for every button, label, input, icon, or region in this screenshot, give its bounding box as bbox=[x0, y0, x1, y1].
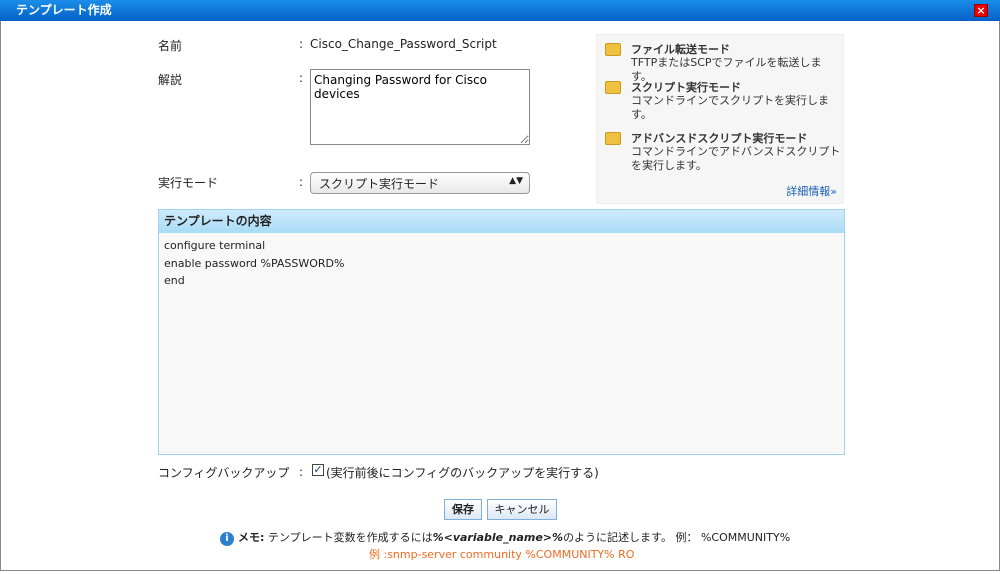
description-label: 解説 bbox=[158, 73, 183, 87]
memo-variable: %<variable_name>% bbox=[432, 531, 564, 544]
template-content-panel: テンプレートの内容 configure terminal enable pass… bbox=[158, 209, 845, 455]
memo-example: 例 :snmp-server community %COMMUNITY% RO bbox=[369, 548, 635, 561]
mode-title: アドバンスドスクリプト実行モード bbox=[631, 132, 808, 145]
mode-desc: コマンドラインでスクリプトを実行します。 bbox=[631, 94, 829, 121]
backup-checkbox-label[interactable]: (実行前後にコンフィグのバックアップを実行する) bbox=[326, 464, 599, 481]
info-icon: i bbox=[220, 532, 234, 546]
name-value: Cisco_Change_Password_Script bbox=[310, 37, 497, 51]
memo-note: i メモ: テンプレート変数を作成するには%<variable_name>%のよう… bbox=[220, 529, 790, 546]
close-button[interactable]: × bbox=[974, 4, 988, 17]
colon: : bbox=[299, 71, 304, 85]
mode-desc: コマンドラインでアドバンスドスクリプトを実行します。 bbox=[631, 145, 841, 172]
mode-select[interactable]: スクリプト実行モード ▲▼ bbox=[310, 172, 530, 194]
memo-text-2: のように記述します。 例： %COMMUNITY% bbox=[563, 531, 791, 544]
colon: : bbox=[299, 175, 304, 189]
memo-text: テンプレート変数を作成するには bbox=[267, 531, 433, 544]
mode-info-panel: ファイル転送モード TFTPまたはSCPでファイルを転送します。 スクリプト実行モ… bbox=[596, 34, 844, 204]
select-arrows-icon: ▲▼ bbox=[509, 176, 523, 186]
mode-label: 実行モード bbox=[158, 176, 219, 190]
colon: : bbox=[299, 465, 304, 479]
save-button[interactable]: 保存 bbox=[444, 499, 482, 520]
name-label: 名前 bbox=[158, 39, 183, 53]
template-content-editor[interactable]: configure terminal enable password %PASS… bbox=[159, 233, 844, 294]
more-info-link[interactable]: 詳細情報» bbox=[786, 183, 837, 199]
mode-title: スクリプト実行モード bbox=[631, 81, 741, 94]
backup-label: コンフィグバックアップ bbox=[158, 466, 290, 480]
mode-select-value: スクリプト実行モード bbox=[319, 177, 440, 191]
folder-script-icon bbox=[605, 81, 621, 94]
backup-checkbox[interactable]: ✓ bbox=[312, 464, 324, 476]
memo-prefix: メモ: bbox=[238, 531, 265, 544]
cancel-button[interactable]: キャンセル bbox=[487, 499, 557, 520]
folder-transfer-icon bbox=[605, 43, 621, 56]
folder-advanced-script-icon bbox=[605, 132, 621, 145]
colon: : bbox=[299, 37, 304, 51]
description-textarea[interactable]: Changing Password for Cisco devices bbox=[310, 69, 530, 145]
dialog-title-bar: テンプレート作成 × bbox=[0, 0, 1000, 21]
mode-title: ファイル転送モード bbox=[631, 43, 730, 56]
template-content-header: テンプレートの内容 bbox=[159, 210, 844, 233]
dialog-title: テンプレート作成 bbox=[16, 3, 112, 17]
